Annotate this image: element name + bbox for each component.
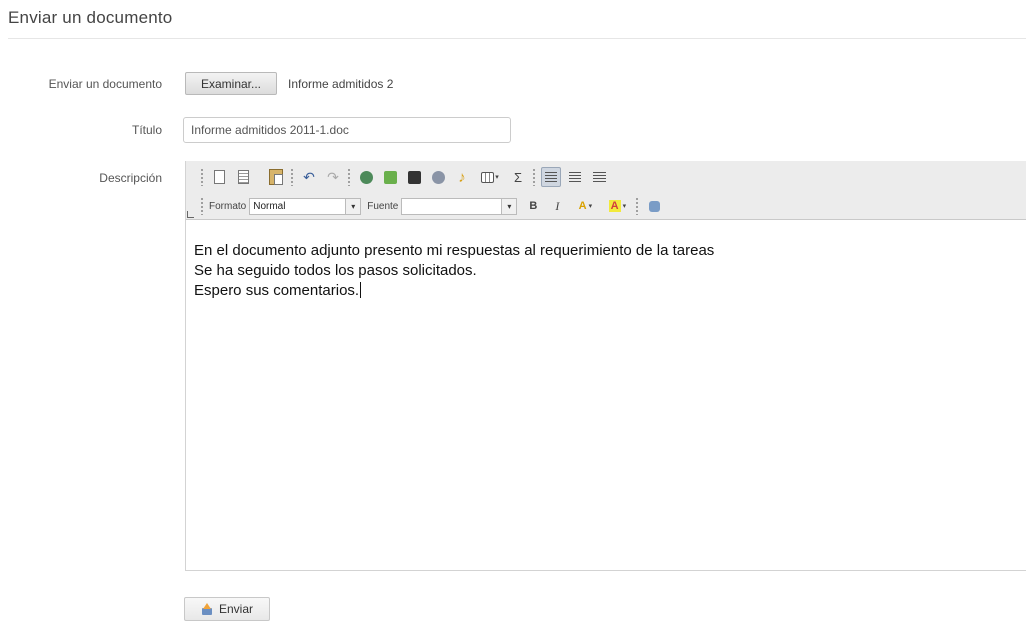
background-color-icon[interactable]: A ▾ (603, 196, 631, 216)
editor-line: Se ha seguido todos los pasos solicitado… (194, 262, 477, 279)
send-button-label: Enviar (218, 602, 253, 616)
chevron-down-icon[interactable]: ▾ (501, 198, 517, 214)
send-button[interactable]: Enviar (184, 597, 270, 621)
editor-content[interactable]: En el documento adjunto presento mi resp… (194, 241, 714, 301)
font-select[interactable]: ▾ (401, 197, 518, 215)
templates-icon[interactable] (233, 167, 253, 187)
toolbar-row-2: Formato Normal ▾ Fuente ▾ B I A ▾ A ▾ (200, 195, 668, 217)
background-color-glyph: A (608, 200, 621, 212)
toolbar-grip[interactable] (200, 168, 204, 186)
editor-toolbar: ↶ ↷ ♪ ▾ Σ Formato Normal ▾ Fuente ▾ B I … (186, 161, 1026, 220)
new-page-icon[interactable] (209, 167, 229, 187)
toolbar-grip[interactable] (635, 197, 640, 215)
font-label: Fuente (367, 200, 399, 212)
editor-line: En el documento adjunto presento mi resp… (194, 242, 715, 259)
upload-icon (201, 603, 213, 615)
paste-word-icon[interactable] (266, 167, 286, 187)
toolbar-grip[interactable] (532, 168, 536, 186)
title-input[interactable] (183, 117, 511, 143)
editor-line-last: Espero sus comentarios. (194, 281, 714, 301)
description-label: Descripción (99, 171, 162, 185)
format-select[interactable]: Normal ▾ (249, 197, 362, 215)
selected-file-name: Informe admitidos 2 (288, 77, 394, 91)
align-justify-icon[interactable] (589, 167, 609, 187)
text-color-icon[interactable]: A ▾ (571, 196, 599, 216)
toolbar-grip[interactable] (290, 168, 294, 186)
toolbar-grip[interactable] (347, 168, 351, 186)
title-divider (8, 38, 1026, 39)
flash-icon[interactable] (428, 167, 448, 187)
table-icon[interactable]: ▾ (476, 167, 504, 187)
text-color-glyph: A (578, 200, 587, 212)
sigma-icon[interactable]: Σ (508, 167, 528, 187)
bold-icon[interactable]: B (523, 196, 543, 216)
toolbar-collapse-icon[interactable] (187, 211, 194, 218)
undo-icon[interactable]: ↶ (299, 167, 319, 187)
format-select-value: Normal (253, 200, 286, 212)
italic-icon[interactable]: I (547, 196, 567, 216)
source-icon[interactable] (644, 196, 664, 216)
align-center-icon[interactable] (565, 167, 585, 187)
chevron-down-icon[interactable]: ▾ (345, 198, 361, 214)
browse-button[interactable]: Examinar... (185, 72, 277, 95)
toolbar-grip[interactable] (200, 197, 204, 215)
music-icon[interactable]: ♪ (452, 167, 472, 187)
toolbar-row-1: ↶ ↷ ♪ ▾ Σ (200, 166, 613, 188)
text-cursor (360, 282, 362, 298)
toolbar-separator (261, 169, 262, 185)
rich-text-editor: ↶ ↷ ♪ ▾ Σ Formato Normal ▾ Fuente ▾ B I … (185, 161, 1026, 571)
video-icon[interactable] (404, 167, 424, 187)
title-label: Título (131, 123, 162, 137)
imagemap-icon[interactable] (380, 167, 400, 187)
redo-icon[interactable]: ↷ (323, 167, 343, 187)
image-icon[interactable] (356, 167, 376, 187)
page-title: Enviar un documento (8, 8, 173, 27)
editor-line-text: Espero sus comentarios. (194, 282, 360, 299)
format-label: Formato (209, 200, 247, 212)
file-label: Enviar un documento (48, 77, 162, 91)
align-left-icon[interactable] (541, 167, 561, 187)
